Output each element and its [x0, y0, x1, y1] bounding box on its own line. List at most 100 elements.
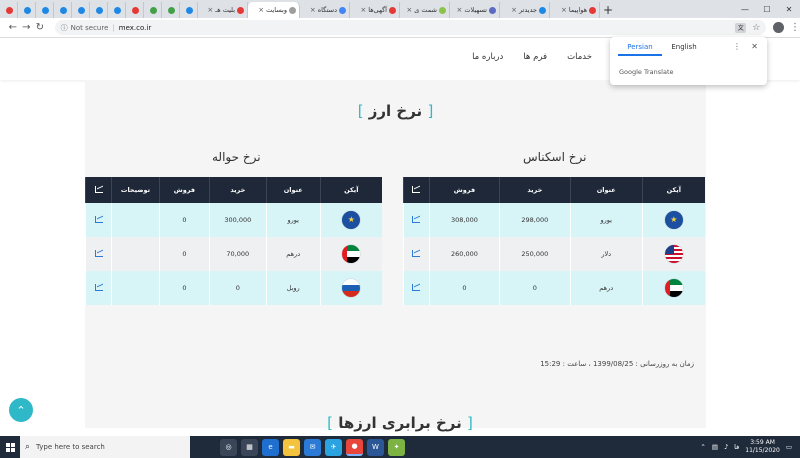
close-window-icon[interactable]: ✕: [778, 0, 800, 18]
taskbar-app-3-icon[interactable]: ▬: [283, 438, 300, 456]
windows-logo-icon: [5, 442, 15, 452]
bookmark-star-icon[interactable]: ☆: [752, 23, 760, 33]
minimize-icon[interactable]: —: [734, 0, 756, 18]
page-viewport: خدمات فرم ها درباره ما [ نرخ ارز ] نرخ ا…: [0, 38, 800, 436]
chart-icon[interactable]: [412, 283, 421, 291]
tab-close-icon[interactable]: ×: [258, 6, 264, 14]
browser-tab-3[interactable]: [54, 2, 72, 18]
info-icon[interactable]: ⓘ: [61, 23, 68, 33]
chart-icon[interactable]: [94, 249, 103, 257]
browser-tab-11[interactable]: بلیت هـ ×: [198, 2, 248, 18]
taskbar-app-6-icon[interactable]: ●: [346, 438, 363, 456]
column-header: فروش: [158, 177, 210, 203]
cell-buy: 300,000: [208, 203, 267, 237]
chart-cell[interactable]: [85, 203, 112, 237]
nav-forms[interactable]: فرم ها: [523, 52, 547, 62]
taskbar-app-8-icon[interactable]: ✦: [388, 438, 405, 456]
browser-tab-1[interactable]: [18, 2, 36, 18]
network-icon[interactable]: ▤: [712, 443, 718, 451]
chart-header-icon[interactable]: [412, 185, 421, 193]
forward-icon[interactable]: →: [20, 22, 34, 33]
cell-buy: 298,000: [498, 203, 571, 237]
profile-icon[interactable]: [773, 22, 784, 33]
browser-tab-2[interactable]: [36, 2, 54, 18]
tab-close-icon[interactable]: ×: [561, 6, 567, 14]
tab-close-icon[interactable]: ×: [457, 6, 463, 14]
chart-column-header: [403, 177, 430, 203]
taskbar-app-0-icon[interactable]: ◎: [220, 438, 237, 456]
chart-icon[interactable]: [412, 249, 421, 257]
column-header: عنوان: [569, 177, 643, 203]
lang-tab-english[interactable]: English: [662, 43, 706, 56]
flag-ae-icon: [664, 279, 683, 297]
browser-tab-17[interactable]: جدیدتر ×: [500, 2, 550, 18]
scroll-to-top-button[interactable]: ⌃: [9, 398, 33, 422]
chart-icon[interactable]: [94, 215, 103, 223]
browser-tab-7[interactable]: [126, 2, 144, 18]
chart-header-icon[interactable]: [94, 185, 103, 193]
translate-icon[interactable]: 文: [735, 22, 747, 33]
cell-name: روبل: [265, 271, 321, 305]
browser-tab-10[interactable]: [180, 2, 198, 18]
transfer-rates-title: نرخ حواله: [212, 150, 261, 164]
flag-us-icon: [664, 245, 683, 263]
cash-rates-title: نرخ اسکناس: [523, 150, 587, 164]
chart-cell[interactable]: [85, 271, 112, 305]
browser-tab-4[interactable]: [72, 2, 90, 18]
maximize-icon[interactable]: ☐: [756, 0, 778, 18]
browser-tab-14[interactable]: آگهی‌ها ×: [350, 2, 400, 18]
system-tray: ⌃ ▤ ♪ فا 3:59 AM 11/15/2020 ▭: [700, 439, 800, 455]
cell-desc: [111, 237, 160, 271]
translate-options-icon[interactable]: ⋮: [733, 42, 741, 51]
taskbar-app-1-icon[interactable]: ▦: [241, 438, 258, 456]
reload-icon[interactable]: ↻: [33, 22, 47, 33]
taskbar-app-5-icon[interactable]: ✈: [325, 438, 342, 456]
clock-time: 3:59 AM: [750, 439, 775, 446]
chart-cell[interactable]: [85, 237, 112, 271]
browser-tab-8[interactable]: [144, 2, 162, 18]
browser-tab-0[interactable]: [0, 2, 18, 18]
browser-tab-15[interactable]: شمت ی ×: [400, 2, 450, 18]
language-indicator[interactable]: فا: [734, 443, 739, 451]
browser-tab-13[interactable]: دستگاه ×: [300, 2, 350, 18]
browser-tab-6[interactable]: [108, 2, 126, 18]
chart-column-header: [85, 177, 112, 203]
translate-close-icon[interactable]: ✕: [751, 42, 758, 51]
start-button[interactable]: [0, 436, 20, 458]
chart-cell[interactable]: [403, 237, 430, 271]
taskbar-app-4-icon[interactable]: ✉: [304, 438, 321, 456]
notifications-icon[interactable]: ▭: [786, 443, 792, 451]
table-row: درهم 70,000 0: [85, 237, 382, 271]
browser-tab-5[interactable]: [90, 2, 108, 18]
taskbar-app-2-icon[interactable]: e: [262, 438, 279, 456]
tab-close-icon[interactable]: ×: [406, 6, 412, 14]
volume-icon[interactable]: ♪: [724, 443, 728, 451]
chart-cell[interactable]: [403, 271, 430, 305]
tab-close-icon[interactable]: ×: [207, 6, 213, 14]
rates-panel: [ نرخ ارز ] نرخ اسکناس نرخ حواله آیکن عنو…: [85, 80, 706, 428]
cell-buy: 250,000: [498, 237, 571, 271]
browser-tab-18[interactable]: هواپیما ×: [550, 2, 600, 18]
chart-cell[interactable]: [403, 203, 430, 237]
browser-tab-12[interactable]: وبسایت ×: [248, 2, 300, 18]
tray-chevron-icon[interactable]: ⌃: [700, 443, 705, 451]
taskbar-app-7-icon[interactable]: W: [367, 438, 384, 456]
chart-icon[interactable]: [94, 283, 103, 291]
nav-services[interactable]: خدمات: [567, 52, 592, 62]
browser-tab-16[interactable]: تسهیلات ×: [450, 2, 500, 18]
tab-favicon-icon: [24, 6, 31, 14]
nav-about[interactable]: درباره ما: [472, 52, 503, 62]
new-tab-button[interactable]: +: [600, 2, 616, 18]
lang-tab-persian[interactable]: Persian: [618, 43, 662, 56]
tab-close-icon[interactable]: ×: [310, 6, 316, 14]
browser-tab-9[interactable]: [162, 2, 180, 18]
tab-favicon-icon: [489, 6, 496, 14]
taskbar-clock[interactable]: 3:59 AM 11/15/2020: [745, 439, 780, 455]
taskbar-search[interactable]: ⌕ Type here to search: [20, 436, 190, 458]
back-icon[interactable]: ←: [6, 22, 20, 33]
tab-close-icon[interactable]: ×: [360, 6, 366, 14]
address-bar[interactable]: ⓘ Not secure | mex.co.ir 文 ☆: [54, 20, 767, 35]
browser-menu-icon[interactable]: ⋮: [790, 22, 800, 33]
tab-close-icon[interactable]: ×: [511, 6, 517, 14]
chart-icon[interactable]: [412, 215, 421, 223]
